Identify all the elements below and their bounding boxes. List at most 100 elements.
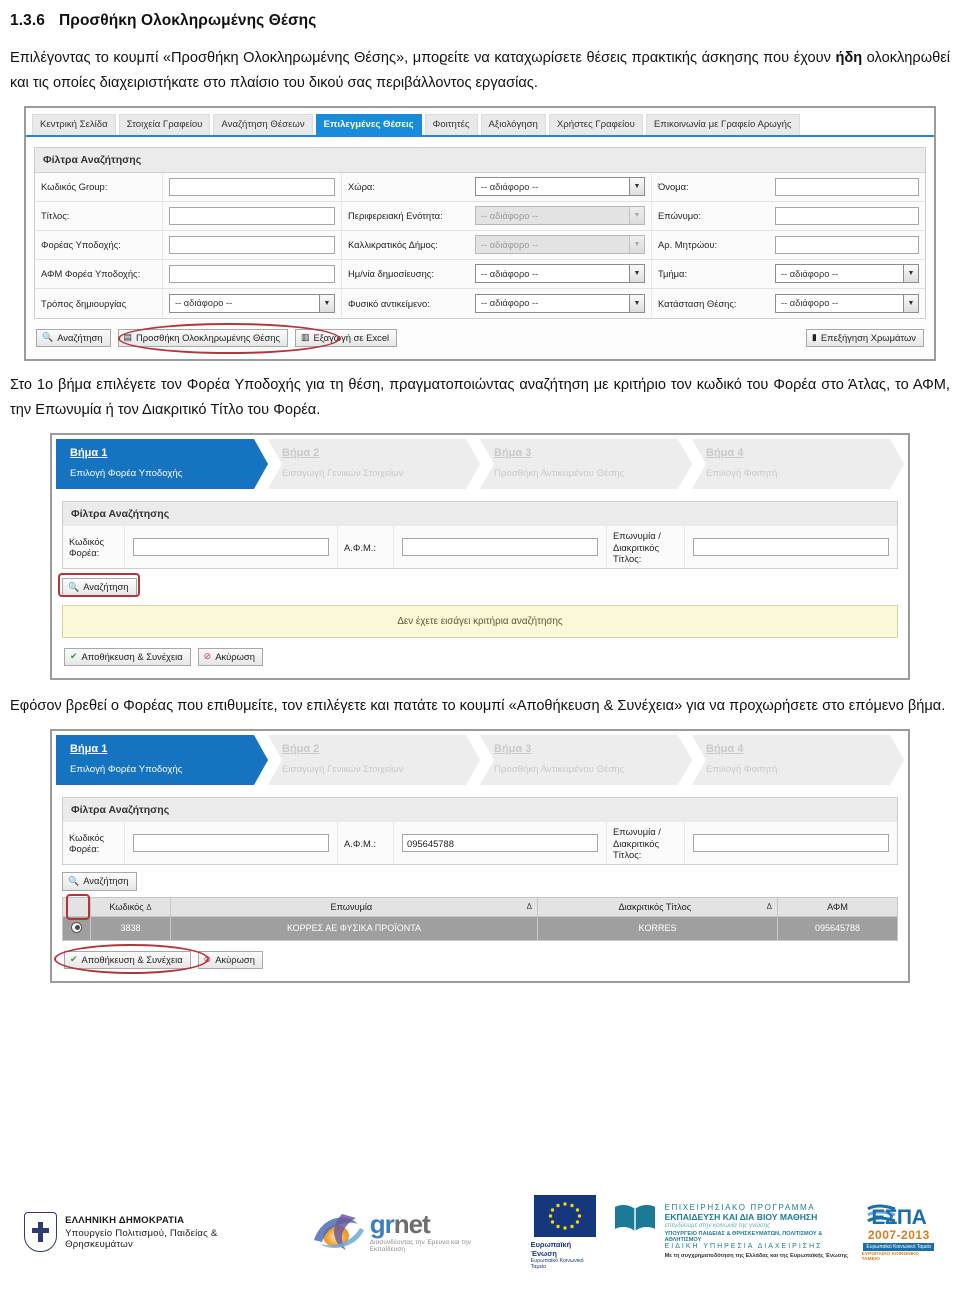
afm-forea-input[interactable] (169, 264, 335, 283)
perifereiaki-enotita-select[interactable]: -- αδιάφορο -- ▼ (475, 206, 645, 226)
afm-input[interactable] (402, 834, 598, 853)
table-row[interactable]: 3838 ΚΟΡΡΕΣ ΑΕ ΦΥΣΙΚΑ ΠΡΟΪΟΝΤΑ KORRES 09… (62, 915, 898, 941)
cell-kodikos: 3838 (90, 915, 171, 941)
wizard-panel: Φίλτρα Αναζήτησης Κωδικός Φορέα: Α.Φ.Μ.:… (52, 785, 908, 982)
add-completed-position-button[interactable]: ▤ Προσθήκη Ολοκληρωμένης Θέσης (117, 328, 288, 348)
onoma-input[interactable] (775, 177, 919, 196)
grnet-swoosh-svg (313, 1214, 364, 1250)
sort-icon[interactable]: Δ (146, 903, 151, 912)
heading-number: 1.3.6 (10, 12, 45, 29)
tab-epilegmenes-theseis[interactable]: Επιλεγμένες Θέσεις (315, 114, 422, 135)
cancel-icon: ⊘ (203, 651, 212, 662)
step-subtitle: Εισαγωγή Γενικών Στοιχείων (282, 468, 404, 480)
export-excel-button[interactable]: ▥ Εξαγωγή σε Excel (294, 328, 398, 348)
save-continue-button[interactable]: ✔ Αποθήκευση & Συνέχεια (64, 950, 191, 970)
filter-label: Περιφερειακή Ενότητα: (348, 210, 443, 222)
kodikos-group-input[interactable] (169, 177, 335, 196)
wizard-step-4[interactable]: Βήμα 4 Επιλογή Φοιτητή (692, 439, 904, 490)
eponymia-input[interactable] (693, 834, 889, 853)
espa-line-3: επενδύουμε στην κοινωνία της γνώσης (664, 1221, 771, 1229)
kallikratikos-dimos-select[interactable]: -- αδιάφορο -- ▼ (475, 235, 645, 255)
row-select-cell[interactable] (62, 915, 91, 941)
wizard-step-1[interactable]: Βήμα 1 Επιλογή Φορέα Υποδοχής (56, 735, 268, 786)
label-kodikos-forea: Κωδικός Φορέα: (63, 822, 125, 865)
results-table: Κωδικός Δ Επωνυμία Δ Διακριτικός Τίτλος … (62, 896, 898, 941)
search-button[interactable]: 🔍 Αναζήτηση (36, 328, 111, 348)
grnet-wordmark: grnet Διασυνδέοντας την Έρευνα και την Ε… (370, 1211, 503, 1253)
cell-afm: 095645788 (777, 915, 898, 941)
col-kodikos: Κωδικός Δ (90, 896, 171, 917)
tab-bar: Κεντρική Σελίδα Στοιχεία Γραφείου Αναζήτ… (26, 108, 934, 137)
field-kodikos-forea (125, 526, 338, 569)
field-kallikratikos-dimos: -- αδιάφορο -- ▼ (469, 231, 651, 259)
heading-text: Προσθήκη Ολοκληρωμένης Θέσης (58, 12, 317, 29)
eu-line-1: Ευρωπαϊκή Ένωση (530, 1239, 572, 1258)
filter-label: Α.Φ.Μ.: (344, 541, 376, 553)
label-foreas-ypodoxis: Φορέας Υποδοχής: (35, 230, 163, 259)
tab-epikoinonia-grafeio-arogis[interactable]: Επικοινωνία με Γραφείο Αρωγής (645, 114, 800, 135)
wizard-search-button[interactable]: 🔍 Αναζήτηση (62, 578, 137, 597)
search-row: 🔍 Αναζήτηση (58, 569, 898, 598)
eu-logo: Ευρωπαϊκή Ένωση Ευρωπαϊκό Κοινωνικό Ταμε… (530, 1194, 599, 1270)
xora-select[interactable]: -- αδιάφορο -- ▼ (475, 177, 645, 197)
espa-banner: ΕΠΙΧΕΙΡΗΣΙΑΚΟ ΠΡΟΓΡΑΜΜΑ ΕΚΠΑΙΔΕΥΣΗ ΚΑΙ Δ… (613, 1203, 936, 1262)
check-icon: ✔ (70, 954, 78, 965)
espa-sub-text: ΕΥΡΩΠΑΪΚΟ ΚΟΙΝΩΝΙΚΟ ΤΑΜΕΙΟ (861, 1251, 920, 1262)
filter-row: ΑΦΜ Φορέα Υποδοχής: Ημ/νία δημοσίευσης: … (35, 259, 925, 289)
wizard-search-button[interactable]: 🔍 Αναζήτηση (62, 872, 137, 891)
sort-icon[interactable]: Δ (527, 902, 532, 911)
label-afm: Α.Φ.Μ.: (338, 822, 394, 865)
radio-button-icon[interactable] (71, 921, 82, 933)
wizard-step-1[interactable]: Βήμα 1 Επιλογή Φορέα Υποδοχής (56, 439, 268, 490)
tab-xristes-grafeiou[interactable]: Χρήστες Γραφείου (548, 114, 643, 135)
imnia-dimosieusis-select[interactable]: -- αδιάφορο -- ▼ (475, 264, 645, 284)
search-icon: 🔍 (68, 876, 80, 887)
field-eponymo (769, 202, 925, 230)
wizard-step-4[interactable]: Βήμα 4 Επιλογή Φοιτητή (692, 735, 904, 786)
add-document-icon: ▤ (123, 332, 133, 343)
col-select (62, 896, 91, 917)
sort-icon[interactable]: Δ (767, 902, 772, 911)
wizard-step-2[interactable]: Βήμα 2 Εισαγωγή Γενικών Στοιχείων (268, 735, 480, 786)
tab-anazitisi-theseon[interactable]: Αναζήτηση Θέσεων (213, 114, 313, 135)
eponymo-input[interactable] (775, 206, 919, 225)
espa-line-5: ΕΙΔΙΚΗ ΥΠΗΡΕΣΙΑ ΔΙΑΧΕΙΡΙΣΗΣ (664, 1242, 823, 1250)
filter-label: Κωδικός Φορέα: (69, 535, 105, 559)
ar-mitroou-input[interactable] (775, 235, 919, 254)
cell-diakritikos-titlos: KORRES (537, 915, 778, 941)
tab-stoixeia-grafeiou[interactable]: Στοιχεία Γραφείου (118, 114, 211, 135)
step-title: Βήμα 3 (494, 743, 532, 756)
wizard-step-3[interactable]: Βήμα 3 Προσθήκη Αντικειμένου Θέσης (480, 735, 692, 786)
afm-input[interactable] (402, 538, 598, 557)
cancel-button[interactable]: ⊘ Ακύρωση (197, 647, 263, 667)
filters-title: Φίλτρα Αναζήτησης (62, 797, 898, 823)
tropos-dimiourgias-select[interactable]: -- αδιάφορο -- ▼ (169, 293, 335, 313)
tab-foitites[interactable]: Φοιτητές (424, 114, 478, 135)
eponymia-input[interactable] (693, 538, 889, 557)
tab-axiologisi[interactable]: Αξιολόγηση (480, 114, 546, 135)
chevron-down-icon: ▼ (629, 207, 644, 225)
select-value: -- αδιάφορο -- (481, 239, 539, 250)
katastasi-thesis-select[interactable]: -- αδιάφορο -- ▼ (775, 293, 919, 313)
button-label: Προσθήκη Ολοκληρωμένης Θέσης (136, 331, 280, 343)
grnet-swoosh-icon (312, 1210, 366, 1254)
kodikos-forea-input[interactable] (133, 538, 329, 557)
wizard-steps: Βήμα 1 Επιλογή Φορέα Υποδοχής Βήμα 2 Εισ… (52, 435, 908, 490)
titlos-input[interactable] (169, 206, 335, 225)
select-value: -- αδιάφορο -- (481, 268, 539, 279)
label-tmima: Τμήμα: (651, 259, 769, 288)
color-legend-button[interactable]: ▮ Επεξήγηση Χρωμάτων (805, 328, 924, 348)
save-continue-button[interactable]: ✔ Αποθήκευση & Συνέχεια (64, 647, 191, 667)
fysiko-antikeimeno-select[interactable]: -- αδιάφορο -- ▼ (475, 293, 645, 313)
foreas-ypodoxis-input[interactable] (169, 235, 335, 254)
kodikos-forea-input[interactable] (133, 834, 329, 853)
cancel-button[interactable]: ⊘ Ακύρωση (197, 950, 263, 970)
wizard-step-2[interactable]: Βήμα 2 Εισαγωγή Γενικών Στοιχείων (268, 439, 480, 490)
wizard-step-3[interactable]: Βήμα 3 Προσθήκη Αντικειμένου Θέσης (480, 439, 692, 490)
no-criteria-message: Δεν έχετε εισάγει κριτήρια αναζήτησης (62, 604, 898, 638)
filter-label: Φορέας Υποδοχής: (41, 239, 121, 251)
grnet-tagline: Διασυνδέοντας την Έρευνα και την Εκπαίδε… (369, 1239, 472, 1253)
tmima-select[interactable]: -- αδιάφορο -- ▼ (775, 264, 919, 284)
chevron-down-icon: ▼ (629, 178, 644, 196)
tab-kentriki-selida[interactable]: Κεντρική Σελίδα (32, 114, 116, 135)
